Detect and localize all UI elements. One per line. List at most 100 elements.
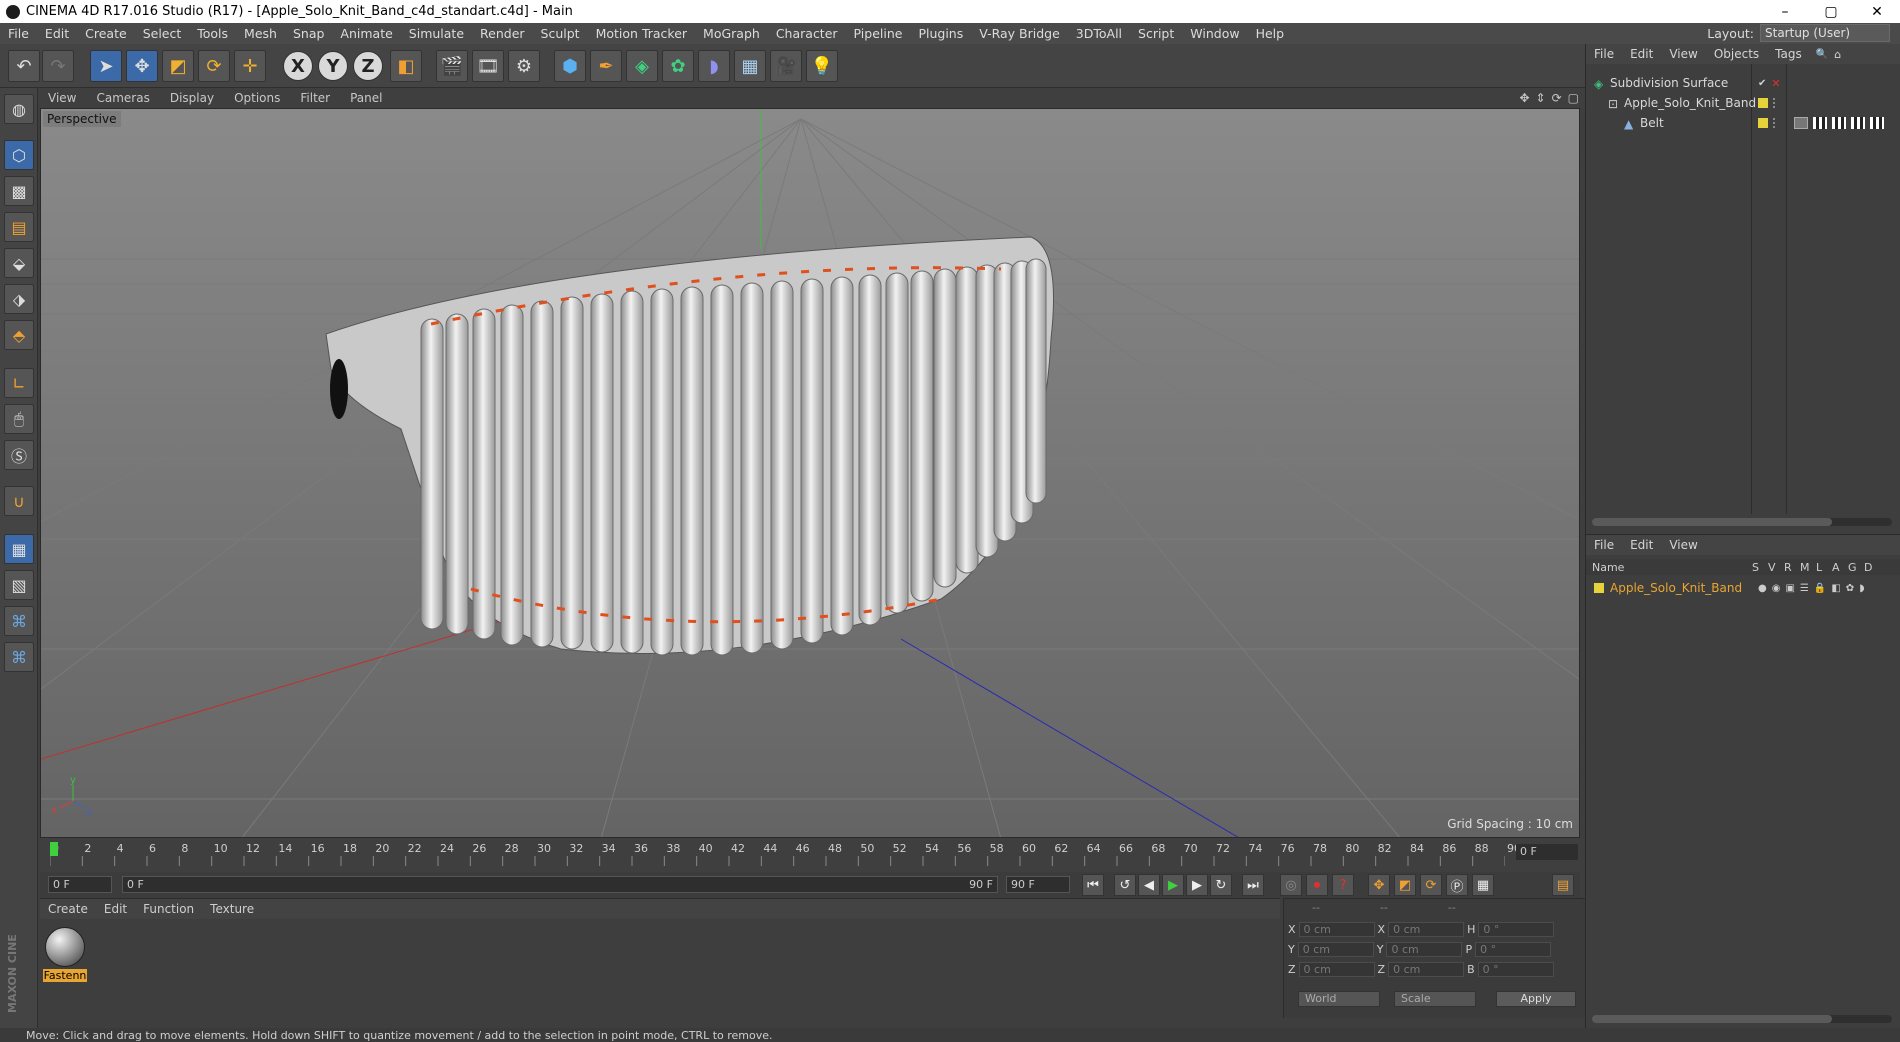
material-menu-create[interactable]: Create bbox=[40, 902, 96, 916]
key-scale-icon[interactable]: ◩ bbox=[1394, 874, 1416, 896]
end-frame-field[interactable]: 90 F bbox=[1006, 876, 1070, 893]
y-axis-lock-icon[interactable]: Y bbox=[318, 51, 348, 81]
texture-tag-icon[interactable] bbox=[1851, 117, 1865, 129]
tweak-mode-icon[interactable]: 🖱 bbox=[4, 404, 34, 434]
next-key-icon[interactable]: ↻ bbox=[1210, 874, 1232, 896]
playhead-marker[interactable] bbox=[50, 842, 58, 856]
texture-mode-icon[interactable]: ▩ bbox=[4, 176, 34, 206]
viewport-menu-options[interactable]: Options bbox=[224, 91, 290, 105]
auto-keying-icon[interactable]: ⏺ bbox=[1306, 874, 1328, 896]
python-script-2-icon[interactable]: ⌘ bbox=[4, 642, 34, 672]
menu-script[interactable]: Script bbox=[1130, 26, 1182, 41]
generator-toggle-icon[interactable]: ✿ bbox=[1846, 583, 1854, 594]
rotation-p-field[interactable]: 0 ° bbox=[1475, 942, 1552, 957]
object-menu-tags[interactable]: Tags bbox=[1767, 47, 1810, 61]
column-visible[interactable]: V bbox=[1768, 561, 1784, 574]
object-menu-file[interactable]: File bbox=[1586, 47, 1622, 61]
menu-create[interactable]: Create bbox=[77, 26, 135, 41]
render-toggle-icon[interactable]: ▣ bbox=[1785, 583, 1794, 594]
texture-tag-icon[interactable] bbox=[1813, 117, 1827, 129]
rotation-b-field[interactable]: 0 ° bbox=[1477, 962, 1554, 977]
menu-edit[interactable]: Edit bbox=[37, 26, 77, 41]
layer-color-swatch[interactable] bbox=[1758, 118, 1768, 128]
column-solo[interactable]: S bbox=[1752, 561, 1768, 574]
render-view-icon[interactable]: 🎬 bbox=[436, 50, 468, 82]
animation-toggle-icon[interactable]: ◧ bbox=[1831, 583, 1840, 594]
menu-mograph[interactable]: MoGraph bbox=[695, 26, 768, 41]
menu-pipeline[interactable]: Pipeline bbox=[846, 26, 911, 41]
position-y-field[interactable]: 0 cm bbox=[1297, 942, 1374, 957]
menu-snap[interactable]: Snap bbox=[285, 26, 332, 41]
redo-icon[interactable]: ↷ bbox=[42, 50, 74, 82]
menu-tools[interactable]: Tools bbox=[189, 26, 236, 41]
camera-label[interactable]: Perspective bbox=[43, 111, 121, 127]
previous-frame-icon[interactable]: ◀ bbox=[1138, 874, 1160, 896]
render-settings-icon[interactable]: ⚙ bbox=[508, 50, 540, 82]
key-parameter-icon[interactable]: Ⓟ bbox=[1446, 874, 1468, 896]
menu-render[interactable]: Render bbox=[472, 26, 533, 41]
frame-range-slider[interactable]: 0 F 90 F bbox=[122, 876, 998, 893]
object-menu-objects[interactable]: Objects bbox=[1706, 47, 1767, 61]
go-to-end-icon[interactable]: ⏭ bbox=[1242, 874, 1264, 896]
layer-menu-file[interactable]: File bbox=[1586, 538, 1622, 552]
transform-tool-icon[interactable]: ✛ bbox=[234, 50, 266, 82]
column-generators[interactable]: G bbox=[1848, 561, 1864, 574]
close-button[interactable]: ✕ bbox=[1854, 0, 1900, 23]
menu-plugins[interactable]: Plugins bbox=[910, 26, 971, 41]
deformer-toggle-icon[interactable]: ◗ bbox=[1859, 583, 1864, 594]
menu-character[interactable]: Character bbox=[768, 26, 846, 41]
texture-tag-icon[interactable] bbox=[1832, 117, 1846, 129]
select-arrow-icon[interactable]: ➤ bbox=[90, 50, 122, 82]
scale-tool-icon[interactable]: ◩ bbox=[162, 50, 194, 82]
checkmark-icon[interactable]: ✔ bbox=[1758, 78, 1766, 89]
keyframe-help-icon[interactable]: ? bbox=[1332, 874, 1354, 896]
column-name[interactable]: Name bbox=[1592, 561, 1752, 574]
viewport-maximize-icon[interactable]: ▢ bbox=[1568, 91, 1579, 105]
column-animation[interactable]: A bbox=[1832, 561, 1848, 574]
viewport-zoom-icon[interactable]: ⇕ bbox=[1536, 91, 1546, 105]
menu-select[interactable]: Select bbox=[135, 26, 190, 41]
visibility-dots[interactable] bbox=[1773, 118, 1777, 128]
size-z-field[interactable]: 0 cm bbox=[1388, 962, 1465, 977]
timeline-ruler[interactable]: 0246810121416182022242628303234363840424… bbox=[40, 838, 1580, 872]
x-axis-lock-icon[interactable]: X bbox=[283, 51, 313, 81]
object-menu-view[interactable]: View bbox=[1661, 47, 1705, 61]
material-menu-function[interactable]: Function bbox=[135, 902, 202, 916]
menu-help[interactable]: Help bbox=[1248, 26, 1293, 41]
menu-window[interactable]: Window bbox=[1182, 26, 1247, 41]
deformer-icon[interactable]: ◗ bbox=[698, 50, 730, 82]
object-search-icon[interactable]: 🔍 bbox=[1816, 49, 1828, 60]
z-axis-lock-icon[interactable]: Z bbox=[353, 51, 383, 81]
disabled-x-icon[interactable]: ✕ bbox=[1771, 77, 1780, 90]
menu-animate[interactable]: Animate bbox=[332, 26, 400, 41]
timeline-window-icon[interactable]: ▤ bbox=[1552, 874, 1574, 896]
3d-viewport[interactable]: y x z Perspective Grid Spacing : 10 cm bbox=[40, 108, 1580, 838]
current-frame-field[interactable]: 0 F bbox=[1516, 844, 1578, 860]
key-pla-icon[interactable]: ▦ bbox=[1472, 874, 1494, 896]
material-swatch[interactable]: Fastenn bbox=[43, 927, 87, 982]
lock-toggle-icon[interactable]: 🔒 bbox=[1814, 583, 1826, 594]
size-mode-select[interactable]: Scale bbox=[1394, 991, 1476, 1007]
coordinate-system-icon[interactable]: ◧ bbox=[390, 50, 422, 82]
material-menu-edit[interactable]: Edit bbox=[96, 902, 135, 916]
viewport-menu-filter[interactable]: Filter bbox=[290, 91, 340, 105]
object-row[interactable]: ▲ Belt bbox=[1624, 114, 1664, 132]
layer-row[interactable]: Apple_Solo_Knit_Band bbox=[1594, 579, 1742, 597]
object-row[interactable]: ⊡ Apple_Solo_Knit_Band bbox=[1608, 94, 1756, 112]
viewport-menu-display[interactable]: Display bbox=[160, 91, 224, 105]
object-home-icon[interactable]: ⌂ bbox=[1834, 48, 1841, 61]
move-tool-icon[interactable]: ✥ bbox=[126, 50, 158, 82]
undo-icon[interactable]: ↶ bbox=[8, 50, 40, 82]
menu-sculpt[interactable]: Sculpt bbox=[533, 26, 588, 41]
menu-mesh[interactable]: Mesh bbox=[236, 26, 285, 41]
column-deformers[interactable]: D bbox=[1864, 561, 1880, 574]
axis-mode-icon[interactable]: ∟ bbox=[4, 368, 34, 398]
material-menu-texture[interactable]: Texture bbox=[202, 902, 262, 916]
cube-primitive-icon[interactable]: ⬢ bbox=[554, 50, 586, 82]
polygons-mode-icon[interactable]: ⬘ bbox=[4, 320, 34, 350]
manager-toggle-icon[interactable]: ☰ bbox=[1800, 583, 1809, 594]
viewport-menu-view[interactable]: View bbox=[38, 91, 86, 105]
magnet-icon[interactable]: ∪ bbox=[4, 486, 34, 516]
menu-simulate[interactable]: Simulate bbox=[401, 26, 472, 41]
grid-snap-icon[interactable]: ▧ bbox=[4, 570, 34, 600]
